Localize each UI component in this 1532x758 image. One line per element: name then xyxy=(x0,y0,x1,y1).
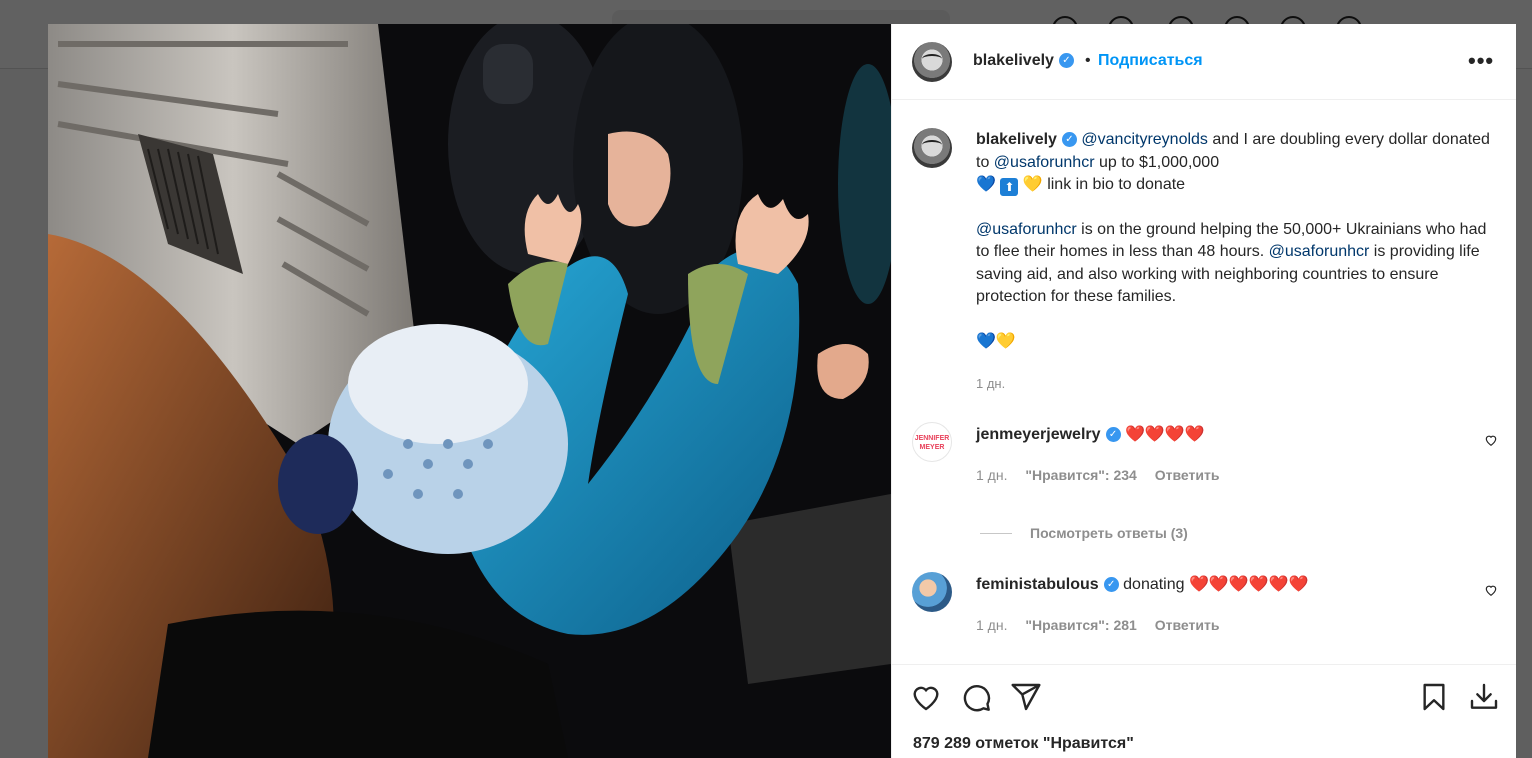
comment-timestamp[interactable]: 1 дн. xyxy=(976,617,1007,633)
mention-link[interactable]: @usaforunhcr xyxy=(976,221,1077,238)
comment-text: ❤️❤️❤️❤️ xyxy=(1124,426,1205,443)
comment-likes[interactable]: "Нравится": 281 xyxy=(1025,617,1136,633)
comment-2: feministabulous ✓ donating ❤️❤️❤️❤️❤️❤️ xyxy=(976,574,1309,594)
commenter-avatar[interactable] xyxy=(912,572,952,612)
view-replies-button[interactable]: Посмотреть ответы (3) xyxy=(1030,525,1188,541)
bookmark-icon[interactable] xyxy=(1418,681,1450,713)
author-avatar[interactable] xyxy=(912,42,952,82)
heart-icon[interactable] xyxy=(910,681,942,713)
post-sidebar: blakelively ✓ • Подписаться ••• blakelive… xyxy=(891,24,1516,758)
likes-count[interactable]: 879 289 отметок "Нравится" xyxy=(913,735,1134,753)
author-username[interactable]: blakelively xyxy=(973,52,1054,69)
caption-text: link in bio to donate xyxy=(1042,176,1186,193)
mention-link[interactable]: @usaforunhcr xyxy=(1269,243,1370,260)
download-icon[interactable] xyxy=(1468,681,1500,713)
comment-likes[interactable]: "Нравится": 234 xyxy=(1025,467,1136,483)
author-username-row: blakelively ✓ xyxy=(973,52,1074,70)
commenter-username[interactable]: feministabulous xyxy=(976,576,1099,593)
post-modal: blakelively ✓ • Подписаться ••• blakelive… xyxy=(48,24,1516,758)
post-header: blakelively ✓ • Подписаться ••• xyxy=(892,24,1516,100)
comment-text: donating xyxy=(1123,576,1189,593)
verified-badge-icon: ✓ xyxy=(1058,53,1074,69)
post-photo[interactable] xyxy=(48,24,891,758)
caption-paragraph-1: blakelively ✓ @vancityreynolds and I are … xyxy=(976,129,1496,197)
comment-2-meta: 1 дн. "Нравится": 281 Ответить xyxy=(976,617,1233,633)
yellow-heart-emoji-icon: 💛 xyxy=(1022,176,1043,193)
comment-1: jenmeyerjewelry ✓ ❤️❤️❤️❤️ xyxy=(976,424,1205,444)
comment-icon[interactable] xyxy=(960,681,992,713)
yellow-heart-emoji-icon: 💛 xyxy=(995,332,1016,350)
caption-timestamp[interactable]: 1 дн. xyxy=(976,376,1005,391)
comment-hearts: ❤️❤️❤️❤️❤️❤️ xyxy=(1188,576,1309,593)
post-caption: blakelively ✓ @vancityreynolds and I are … xyxy=(976,129,1496,353)
comment-timestamp[interactable]: 1 дн. xyxy=(976,467,1007,483)
comment-like-heart-icon[interactable] xyxy=(1484,433,1498,447)
reply-button[interactable]: Ответить xyxy=(1155,617,1220,633)
commenter-username[interactable]: jenmeyerjewelry xyxy=(976,426,1101,443)
more-options-icon[interactable]: ••• xyxy=(1468,48,1494,74)
share-icon[interactable] xyxy=(1010,681,1042,713)
post-photo-image xyxy=(48,24,891,758)
post-actions: 879 289 отметок "Нравится" xyxy=(892,664,1516,758)
caption-text: and I are doubling every dollar xyxy=(1207,131,1428,148)
verified-badge-icon: ✓ xyxy=(1061,132,1077,148)
caption-paragraph-2: @usaforunhcr is on the ground helping th… xyxy=(976,219,1496,309)
mention-link[interactable]: @usaforunhcr xyxy=(994,154,1095,171)
blue-heart-emoji-icon: 💙 xyxy=(976,332,996,350)
comment-1-meta: 1 дн. "Нравится": 234 Ответить xyxy=(976,467,1233,483)
caption-text: up to $1,000,000 xyxy=(1094,153,1220,171)
replies-divider-line xyxy=(980,533,1012,534)
mention-link[interactable]: @vancityreynolds xyxy=(1081,131,1208,148)
blue-heart-emoji-icon: 💙 xyxy=(976,176,996,193)
follow-button[interactable]: Подписаться xyxy=(1098,52,1203,70)
caption-author[interactable]: blakelively xyxy=(976,131,1057,148)
commenter-avatar[interactable]: JENNIFER MEYER xyxy=(912,422,952,462)
caption-author-avatar[interactable] xyxy=(912,128,952,168)
verified-badge-icon: ✓ xyxy=(1105,427,1121,443)
reply-button[interactable]: Ответить xyxy=(1155,467,1220,483)
caption-paragraph-3: 💙💛 xyxy=(976,331,1496,354)
separator-dot: • xyxy=(1085,52,1091,69)
verified-badge-icon: ✓ xyxy=(1103,577,1119,593)
comment-like-heart-icon[interactable] xyxy=(1484,583,1498,597)
up-arrow-emoji-icon: ⬆ xyxy=(1000,178,1019,196)
